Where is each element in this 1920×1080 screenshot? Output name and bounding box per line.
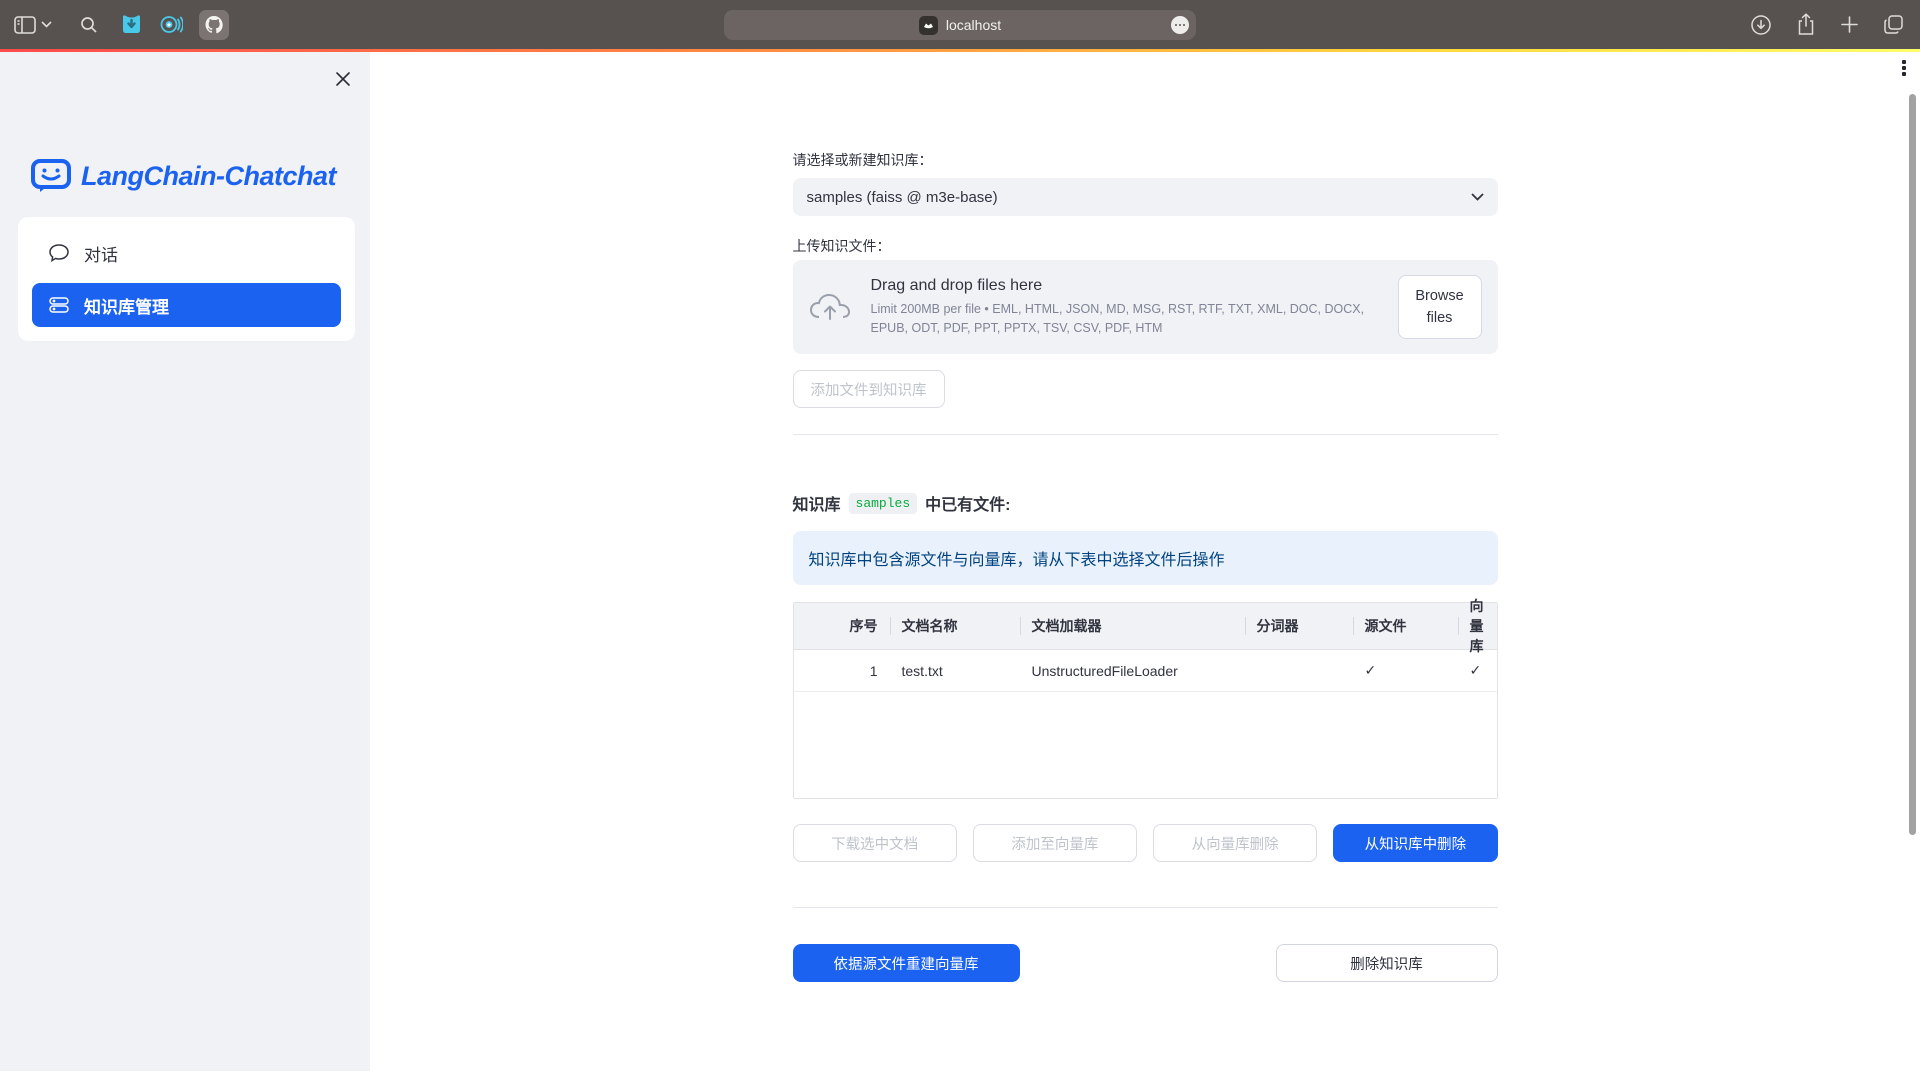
cell-tokenizer — [1245, 650, 1353, 691]
page-menu-icon[interactable] — [1171, 16, 1189, 34]
main-area: 请选择或新建知识库： samples (faiss @ m3e-base) 上传… — [370, 52, 1920, 1080]
new-tab-icon[interactable] — [1840, 15, 1859, 34]
sidebar-bottom-strip — [0, 1071, 370, 1080]
files-heading-prefix: 知识库 — [793, 491, 841, 515]
address-bar[interactable]: localhost — [724, 10, 1196, 40]
file-actions: 下载选中文档 添加至向量库 从向量库删除 从知识库中删除 — [793, 824, 1498, 862]
kb-select-value: samples (faiss @ m3e-base) — [807, 189, 1471, 206]
download-selected-button[interactable]: 下载选中文档 — [793, 824, 957, 862]
chat-bubble-icon — [48, 243, 70, 263]
github-extension-button[interactable] — [199, 10, 229, 40]
table-header: 序号 文档名称 文档加载器 分词器 源文件 向量库 — [794, 603, 1497, 650]
extension-signal-icon[interactable] — [159, 13, 183, 36]
sidebar: LangChain-Chatchat 对话 — [0, 52, 370, 1080]
kb-select-label: 请选择或新建知识库： — [793, 152, 1498, 168]
cell-loader: UnstructuredFileLoader — [1020, 650, 1245, 691]
rebuild-vector-store-button[interactable]: 依据源文件重建向量库 — [793, 944, 1020, 982]
url-text: localhost — [946, 17, 1001, 33]
downloads-icon[interactable] — [1750, 14, 1772, 36]
extension-download-icon[interactable] — [120, 13, 143, 36]
col-header-source[interactable]: 源文件 — [1353, 603, 1458, 649]
delete-kb-button[interactable]: 删除知识库 — [1276, 944, 1498, 982]
app-logo-text: LangChain-Chatchat — [81, 161, 336, 192]
sidebar-item-label: 对话 — [84, 241, 118, 266]
col-header-index[interactable]: 序号 — [794, 603, 890, 649]
files-heading-suffix: 中已有文件: — [925, 491, 1010, 515]
scrollbar-thumb[interactable] — [1909, 94, 1916, 835]
file-dropzone[interactable]: Drag and drop files here Limit 200MB per… — [793, 260, 1498, 354]
chatchat-logo-icon — [30, 157, 72, 195]
add-to-vector-button[interactable]: 添加至向量库 — [973, 824, 1137, 862]
add-files-button[interactable]: 添加文件到知识库 — [793, 370, 945, 408]
cell-source-check: ✓ — [1353, 650, 1458, 691]
kb-actions: 依据源文件重建向量库 删除知识库 — [793, 944, 1498, 982]
site-favicon — [919, 16, 938, 35]
delete-from-kb-button[interactable]: 从知识库中删除 — [1333, 824, 1497, 862]
sidebar-menu: 对话 知识库管理 — [18, 217, 355, 341]
table-empty-area — [794, 692, 1497, 798]
sidebar-item-label: 知识库管理 — [84, 293, 169, 318]
info-alert: 知识库中包含源文件与向量库，请从下表中选择文件后操作 — [793, 531, 1498, 585]
search-icon[interactable] — [80, 16, 98, 34]
browser-toolbar: localhost — [0, 0, 1920, 49]
delete-from-vector-button[interactable]: 从向量库删除 — [1153, 824, 1317, 862]
files-heading: 知识库 samples 中已有文件: — [793, 491, 1498, 515]
dropzone-hint: Limit 200MB per file • EML, HTML, JSON, … — [871, 300, 1378, 336]
cell-name: test.txt — [890, 650, 1020, 691]
browse-files-button[interactable]: Browse files — [1398, 275, 1482, 340]
col-header-name[interactable]: 文档名称 — [890, 603, 1020, 649]
files-table[interactable]: 序号 文档名称 文档加载器 分词器 源文件 向量库 1 test.txt Uns… — [793, 602, 1498, 799]
chevron-down-icon — [1471, 193, 1484, 201]
col-header-vector[interactable]: 向量库 — [1458, 603, 1497, 649]
kb-name-code: samples — [849, 493, 918, 514]
cell-vector-check: ✓ — [1458, 650, 1497, 691]
col-header-loader[interactable]: 文档加载器 — [1020, 603, 1245, 649]
upload-label: 上传知识文件： — [793, 238, 1498, 254]
app-logo: LangChain-Chatchat — [30, 157, 336, 195]
table-row[interactable]: 1 test.txt UnstructuredFileLoader ✓ ✓ — [794, 650, 1497, 692]
github-icon — [204, 15, 224, 35]
database-icon — [48, 295, 70, 315]
divider — [793, 434, 1498, 435]
sidebar-item-dialogue[interactable]: 对话 — [32, 231, 341, 275]
sidebar-item-knowledge-base[interactable]: 知识库管理 — [32, 283, 341, 327]
cloud-upload-icon — [809, 291, 851, 323]
cell-index: 1 — [794, 650, 890, 691]
divider — [793, 907, 1498, 908]
dropzone-title: Drag and drop files here — [871, 277, 1378, 295]
sidebar-toggle-icon[interactable] — [14, 16, 36, 34]
col-header-tokenizer[interactable]: 分词器 — [1245, 603, 1353, 649]
chevron-down-icon[interactable] — [41, 21, 52, 28]
sidebar-close-icon[interactable] — [332, 68, 354, 90]
share-icon[interactable] — [1796, 13, 1816, 36]
kb-select[interactable]: samples (faiss @ m3e-base) — [793, 178, 1498, 216]
app-menu-icon[interactable] — [1902, 60, 1906, 76]
tabs-overview-icon[interactable] — [1883, 14, 1904, 35]
